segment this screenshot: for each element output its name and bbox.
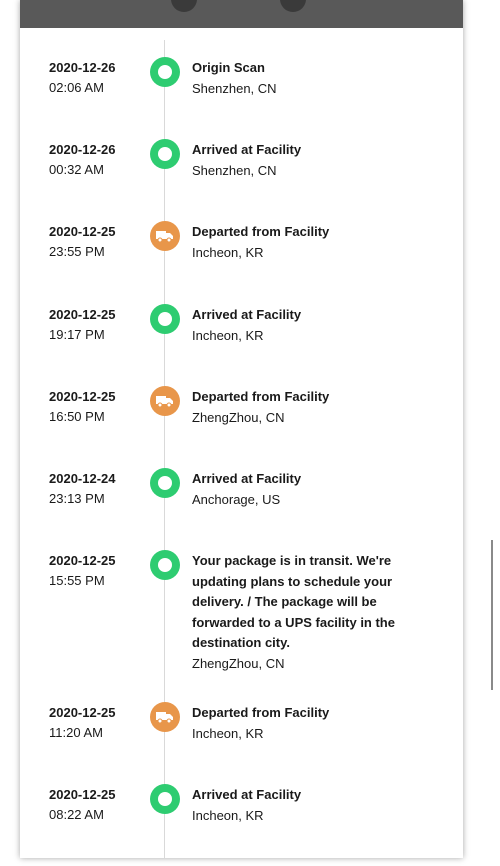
status-dot-icon [150, 468, 180, 498]
event-info: Arrived at Facility Incheon, KR [192, 785, 417, 826]
event-date: 2020-12-26 [49, 142, 116, 157]
status-dot-icon [150, 57, 180, 87]
status-dot-icon [150, 139, 180, 169]
event-title: Origin Scan [192, 60, 265, 75]
event-time: 19:17 PM [49, 327, 105, 342]
event-location: Shenzhen, CN [192, 80, 277, 96]
event-date: 2020-12-25 [49, 787, 116, 802]
event-location: Incheon, KR [192, 327, 264, 343]
event-time: 11:20 AM [49, 725, 103, 740]
event-time: 16:50 PM [49, 409, 105, 424]
event-title: Arrived at Facility [192, 142, 302, 157]
event-info: Your package is in transit. We're updati… [192, 551, 417, 674]
event-time: 00:32 AM [49, 162, 104, 177]
event-info: Departed from Facility Incheon, KR [192, 222, 417, 263]
truck-icon [150, 221, 180, 251]
event-info: Origin Scan Shenzhen, CN [192, 58, 417, 99]
status-dot-icon [150, 304, 180, 334]
event-location: Anchorage, US [192, 491, 281, 507]
page: 2020-12-26 02:06 AM Origin Scan Shenzhen… [0, 0, 500, 866]
event-title: Arrived at Facility [192, 307, 302, 322]
event-date: 2020-12-24 [49, 471, 116, 486]
event-location: Shenzhen, CN [192, 162, 277, 178]
event-title: Departed from Facility [192, 224, 330, 239]
event-time: 02:06 AM [49, 80, 104, 95]
event-location: Incheon, KR [192, 807, 264, 823]
event-time: 08:22 AM [49, 807, 104, 822]
event-title: Departed from Facility [192, 389, 330, 404]
event-info: Arrived at Facility Anchorage, US [192, 469, 417, 510]
scrollbar[interactable] [491, 540, 493, 690]
event-location: Incheon, KR [192, 725, 264, 741]
event-info: Arrived at Facility Incheon, KR [192, 305, 417, 346]
status-dot-icon [150, 784, 180, 814]
event-date: 2020-12-25 [49, 553, 116, 568]
event-title: Arrived at Facility [192, 787, 302, 802]
event-location: ZhengZhou, CN [192, 655, 285, 671]
event-date: 2020-12-25 [49, 705, 116, 720]
event-title: Arrived at Facility [192, 471, 302, 486]
event-time: 23:13 PM [49, 491, 105, 506]
event-location: ZhengZhou, CN [192, 409, 285, 425]
event-date: 2020-12-25 [49, 224, 116, 239]
header-bar [20, 0, 463, 28]
event-title: Your package is in transit. We're updati… [192, 553, 395, 650]
truck-icon [150, 702, 180, 732]
event-info: Departed from Facility ZhengZhou, CN [192, 387, 417, 428]
event-location: Incheon, KR [192, 244, 264, 260]
event-time: 23:55 PM [49, 244, 105, 259]
truck-icon [150, 386, 180, 416]
header-control-icon [280, 0, 306, 12]
event-date: 2020-12-25 [49, 389, 116, 404]
event-date: 2020-12-25 [49, 307, 116, 322]
event-date: 2020-12-26 [49, 60, 116, 75]
status-dot-icon [150, 550, 180, 580]
tracking-panel: 2020-12-26 02:06 AM Origin Scan Shenzhen… [20, 0, 463, 858]
event-time: 15:55 PM [49, 573, 105, 588]
event-info: Departed from Facility Incheon, KR [192, 703, 417, 744]
header-control-icon [171, 0, 197, 12]
event-title: Departed from Facility [192, 705, 330, 720]
event-info: Arrived at Facility Shenzhen, CN [192, 140, 417, 181]
